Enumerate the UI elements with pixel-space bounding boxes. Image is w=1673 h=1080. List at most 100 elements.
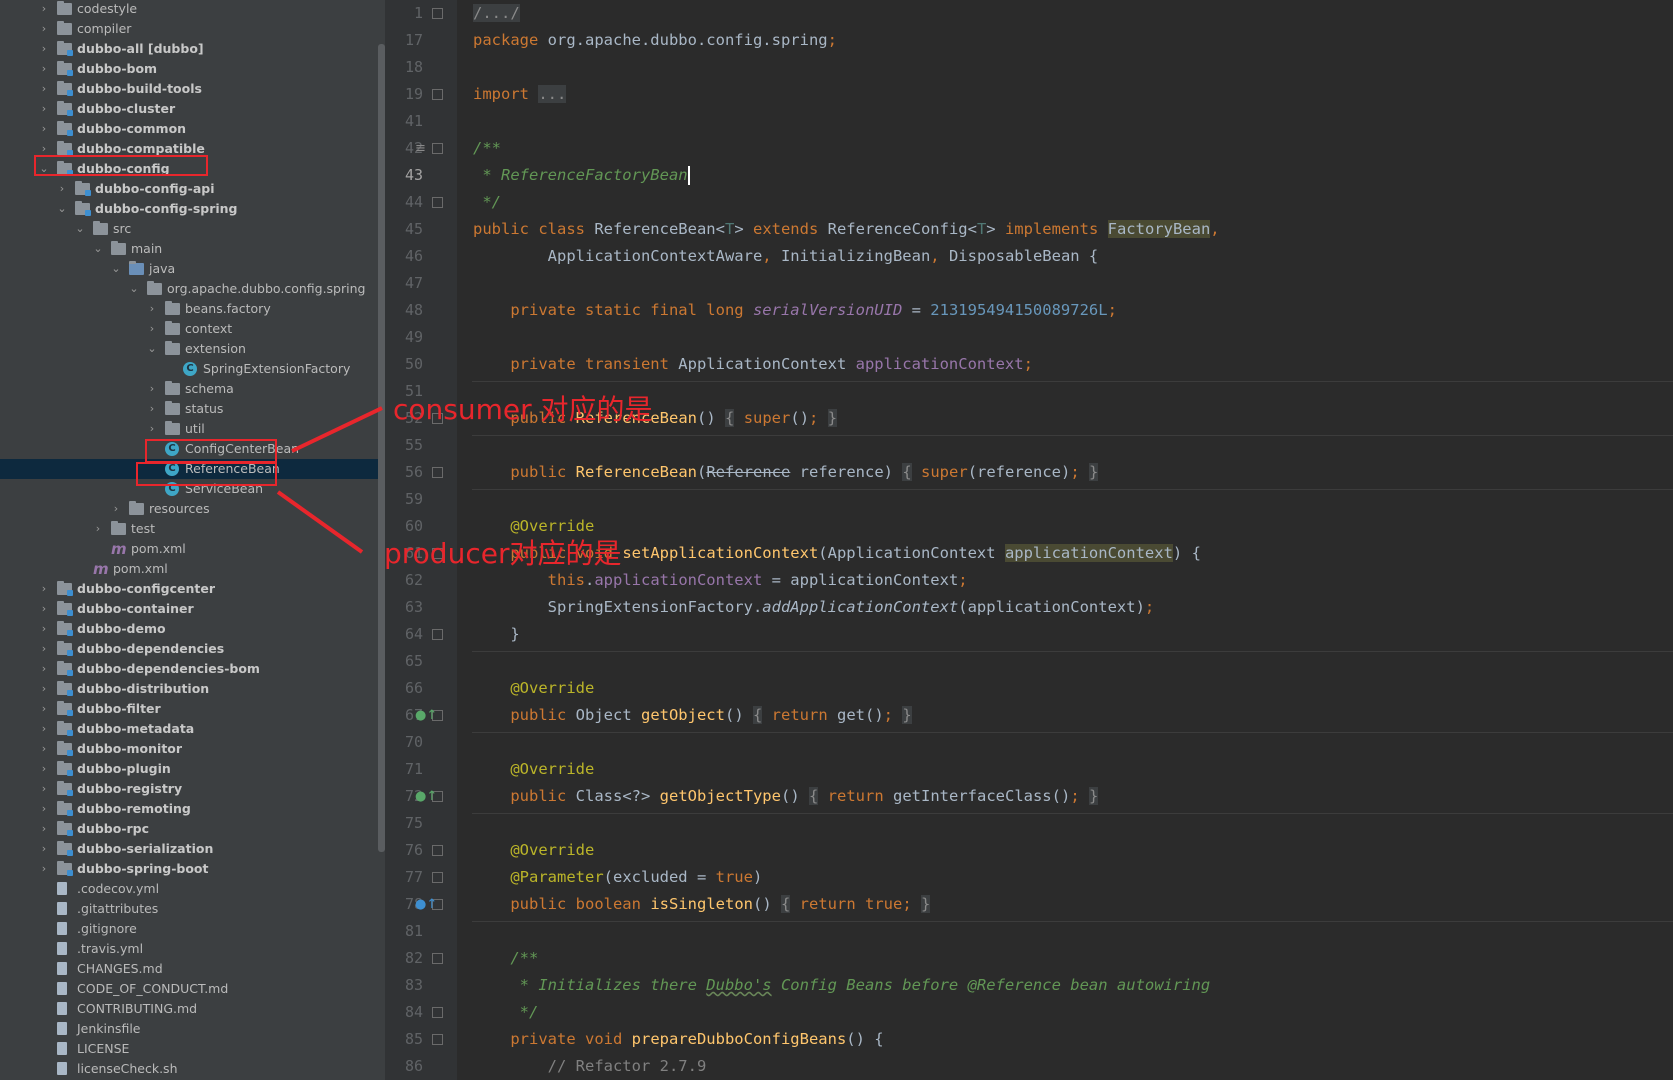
chevron-right-icon[interactable]: › (38, 679, 50, 699)
tree-item[interactable]: ⌄ dubbo-config-spring (0, 199, 385, 219)
chevron-down-icon[interactable]: ⌄ (128, 279, 140, 299)
chevron-right-icon[interactable]: › (38, 0, 50, 19)
tree-item[interactable]: C SpringExtensionFactory (0, 359, 385, 379)
chevron-right-icon[interactable]: › (38, 619, 50, 639)
chevron-down-icon[interactable]: ⌄ (56, 199, 68, 219)
tree-item[interactable]: .gitignore (0, 919, 385, 939)
chevron-right-icon[interactable]: › (38, 819, 50, 839)
project-tree-scrollbar[interactable] (378, 44, 385, 852)
chevron-down-icon[interactable]: ⌄ (110, 259, 122, 279)
tree-item[interactable]: CONTRIBUTING.md (0, 999, 385, 1019)
implements-method-icon[interactable]: ●↑ (415, 709, 437, 722)
chevron-right-icon[interactable]: › (38, 859, 50, 879)
tree-item[interactable]: m pom.xml (0, 539, 385, 559)
code-line[interactable]: ApplicationContextAware, InitializingBea… (473, 243, 1099, 270)
tree-item[interactable]: › dubbo-distribution (0, 679, 385, 699)
tree-item[interactable]: › dubbo-rpc (0, 819, 385, 839)
tree-item[interactable]: › dubbo-config-api (0, 179, 385, 199)
tree-item[interactable]: › dubbo-all [dubbo] (0, 39, 385, 59)
code-line[interactable]: // Refactor 2.7.9 (473, 1053, 707, 1080)
fold-toggle-icon[interactable] (432, 953, 443, 964)
tree-item[interactable]: › dubbo-serialization (0, 839, 385, 859)
fold-toggle-icon[interactable] (432, 1034, 443, 1045)
tree-item[interactable]: .travis.yml (0, 939, 385, 959)
code-line[interactable]: */ (473, 189, 501, 216)
code-line[interactable]: public ReferenceBean(Reference reference… (473, 459, 1099, 486)
code-line[interactable]: @Override (473, 675, 594, 702)
tree-item[interactable]: › dubbo-metadata (0, 719, 385, 739)
chevron-right-icon[interactable]: › (146, 319, 158, 339)
tree-item[interactable]: › context (0, 319, 385, 339)
tree-item[interactable]: ⌄ java (0, 259, 385, 279)
code-line[interactable]: public Class<?> getObjectType() { return… (473, 783, 1099, 810)
tree-item[interactable]: › status (0, 399, 385, 419)
tree-item[interactable]: › schema (0, 379, 385, 399)
override-method-icon[interactable]: ●↑ (415, 898, 437, 911)
tree-item[interactable]: › dubbo-container (0, 599, 385, 619)
chevron-right-icon[interactable]: › (38, 639, 50, 659)
chevron-right-icon[interactable]: › (38, 699, 50, 719)
chevron-right-icon[interactable]: › (146, 399, 158, 419)
chevron-down-icon[interactable]: ⌄ (74, 219, 86, 239)
tree-item[interactable]: › dubbo-plugin (0, 759, 385, 779)
tree-item[interactable]: › dubbo-dependencies-bom (0, 659, 385, 679)
code-line[interactable]: @Override (473, 837, 594, 864)
fold-toggle-icon[interactable] (432, 197, 443, 208)
code-line[interactable]: } (473, 621, 519, 648)
chevron-right-icon[interactable]: › (92, 519, 104, 539)
tree-item[interactable]: › codestyle (0, 0, 385, 19)
chevron-right-icon[interactable]: › (56, 179, 68, 199)
tree-item[interactable]: › beans.factory (0, 299, 385, 319)
code-line[interactable]: public class ReferenceBean<T> extends Re… (473, 216, 1220, 243)
code-line[interactable]: /** (473, 945, 538, 972)
tree-item[interactable]: › dubbo-cluster (0, 99, 385, 119)
chevron-right-icon[interactable]: › (38, 579, 50, 599)
tree-item[interactable]: LICENSE (0, 1039, 385, 1059)
fold-toggle-icon[interactable] (432, 845, 443, 856)
chevron-right-icon[interactable]: › (38, 719, 50, 739)
code-line[interactable]: private static final long serialVersionU… (473, 297, 1117, 324)
chevron-right-icon[interactable]: › (38, 99, 50, 119)
chevron-right-icon[interactable]: › (146, 299, 158, 319)
chevron-right-icon[interactable]: › (38, 659, 50, 679)
tree-item[interactable]: licenseCheck.sh (0, 1059, 385, 1079)
chevron-right-icon[interactable]: › (38, 59, 50, 79)
chevron-right-icon[interactable]: › (38, 779, 50, 799)
fold-toggle-icon[interactable] (432, 89, 443, 100)
chevron-right-icon[interactable]: › (38, 739, 50, 759)
code-line[interactable]: public Object getObject() { return get()… (473, 702, 912, 729)
code-editor[interactable]: /.../package org.apache.dubbo.config.spr… (457, 0, 1673, 1080)
tree-item[interactable]: CODE_OF_CONDUCT.md (0, 979, 385, 999)
tree-item[interactable]: › dubbo-spring-boot (0, 859, 385, 879)
tree-item[interactable]: › dubbo-remoting (0, 799, 385, 819)
code-line[interactable]: public boolean isSingleton() { return tr… (473, 891, 931, 918)
chevron-right-icon[interactable]: › (38, 759, 50, 779)
tree-item[interactable]: .gitattributes (0, 899, 385, 919)
chevron-right-icon[interactable]: › (38, 39, 50, 59)
fold-toggle-icon[interactable] (432, 8, 443, 19)
tree-item[interactable]: m pom.xml (0, 559, 385, 579)
tree-item[interactable]: › util (0, 419, 385, 439)
tree-item[interactable]: ⌄ org.apache.dubbo.config.spring (0, 279, 385, 299)
tree-item[interactable]: › dubbo-common (0, 119, 385, 139)
tree-item[interactable]: Jenkinsfile (0, 1019, 385, 1039)
tree-item[interactable]: › dubbo-dependencies (0, 639, 385, 659)
code-line[interactable]: import ... (473, 81, 567, 108)
code-line[interactable]: @Override (473, 756, 594, 783)
code-line[interactable]: * Initializes there Dubbo's Config Beans… (473, 972, 1211, 999)
chevron-right-icon[interactable]: › (146, 419, 158, 439)
chevron-right-icon[interactable]: › (146, 379, 158, 399)
tree-item[interactable]: › dubbo-build-tools (0, 79, 385, 99)
tree-item[interactable]: › dubbo-bom (0, 59, 385, 79)
tree-item[interactable]: › dubbo-filter (0, 699, 385, 719)
fold-toggle-icon[interactable] (432, 1007, 443, 1018)
tree-item[interactable]: › dubbo-configcenter (0, 579, 385, 599)
code-line[interactable]: * ReferenceFactoryBean (473, 162, 690, 189)
code-line[interactable]: */ (473, 999, 539, 1026)
implements-method-icon[interactable]: ●↑ (415, 790, 437, 803)
tree-item[interactable]: ⌄ src (0, 219, 385, 239)
chevron-down-icon[interactable]: ⌄ (146, 339, 158, 359)
tree-item[interactable]: .codecov.yml (0, 879, 385, 899)
tree-item[interactable]: › dubbo-demo (0, 619, 385, 639)
chevron-right-icon[interactable]: › (38, 119, 50, 139)
